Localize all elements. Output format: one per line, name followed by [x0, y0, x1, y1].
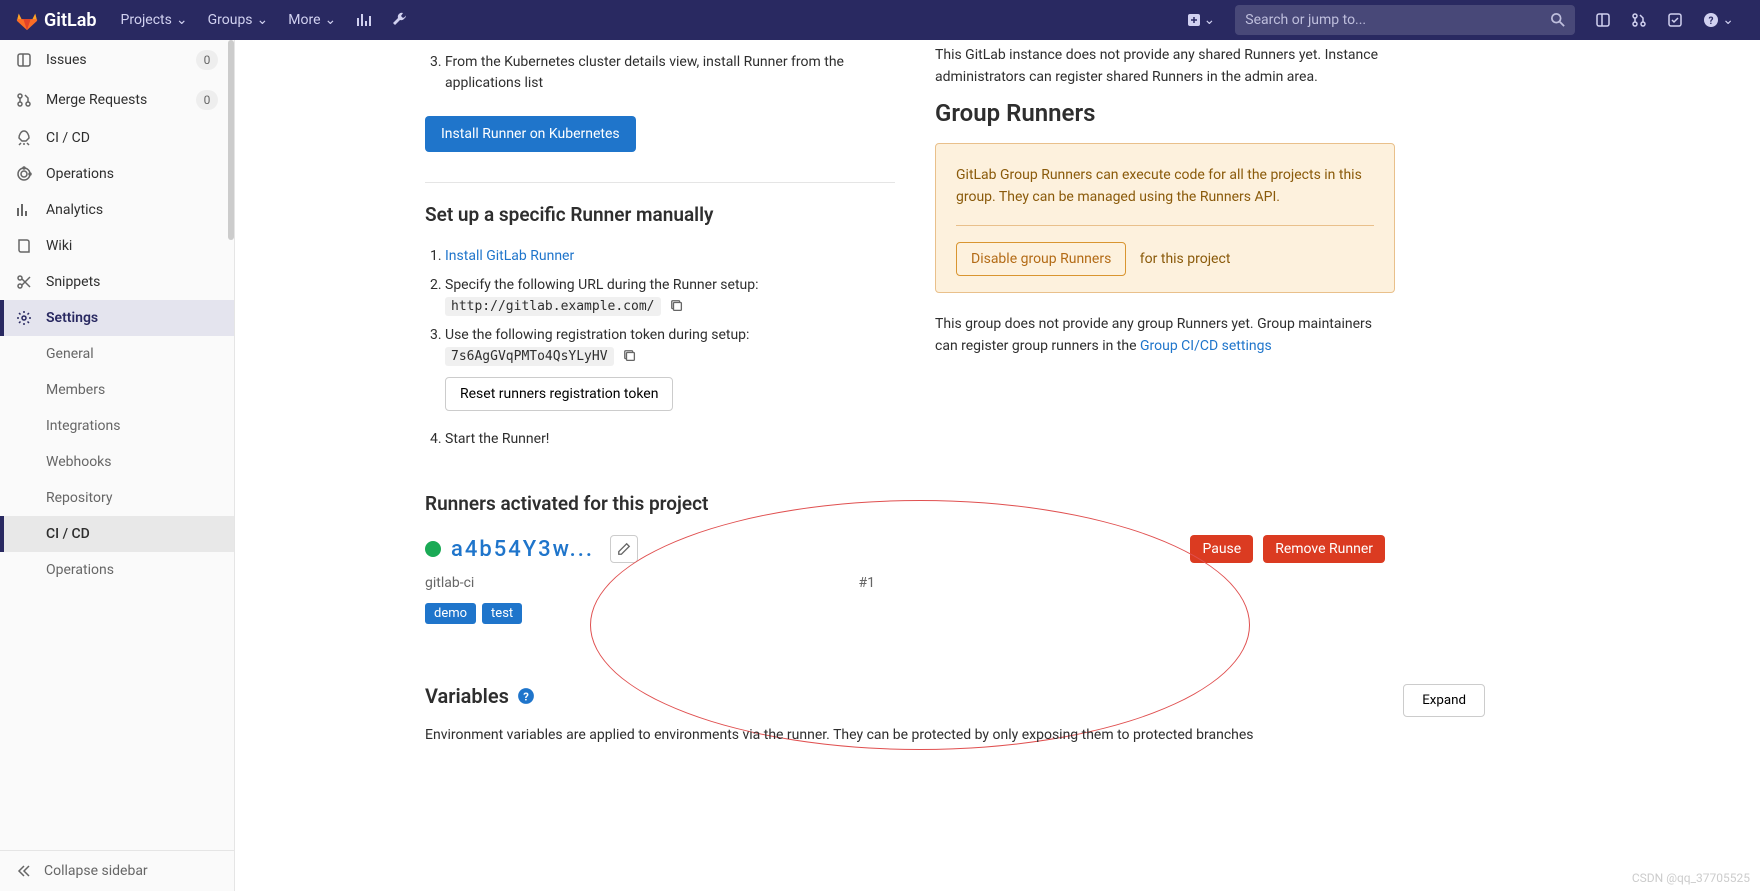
nav-projects[interactable]: Projects ⌄ [111, 0, 198, 40]
svg-text:?: ? [523, 691, 529, 704]
sidebar-label: Snippets [46, 274, 100, 290]
specific-step3: Use the following registration token dur… [445, 321, 895, 425]
sidebar-sub-integrations[interactable]: Integrations [0, 408, 234, 444]
remove-runner-button[interactable]: Remove Runner [1263, 535, 1385, 563]
group-heading: Group Runners [935, 99, 1395, 127]
sidebar-sub-cicd[interactable]: CI / CD [0, 516, 234, 552]
sidebar-label: CI / CD [46, 130, 90, 146]
brand-text: GitLab [44, 10, 97, 31]
sidebar-label: Wiki [46, 238, 72, 254]
reset-token-button[interactable]: Reset runners registration token [445, 377, 673, 411]
tag: demo [425, 603, 476, 624]
search-box[interactable] [1235, 5, 1575, 35]
expand-button[interactable]: Expand [1403, 684, 1485, 717]
tag: test [482, 603, 522, 624]
sidebar-item-settings[interactable]: Settings [0, 300, 234, 336]
sidebar-sub-webhooks[interactable]: Webhooks [0, 444, 234, 480]
count-badge: 0 [196, 90, 218, 110]
group-box-text: GitLab Group Runners can execute code fo… [956, 164, 1374, 209]
operations-icon [16, 166, 32, 182]
sidebar-label: Issues [46, 52, 87, 68]
sidebar-sub-general[interactable]: General [0, 336, 234, 372]
pencil-icon [617, 542, 631, 556]
pause-button[interactable]: Pause [1190, 535, 1253, 563]
svg-text:?: ? [1709, 16, 1714, 27]
runner-meta: gitlab-ci #1 [425, 575, 875, 591]
sidebar: Issues 0 Merge Requests 0 CI / CD Operat… [0, 40, 235, 891]
reg-token: 7s6AgGVqPMTo4QsYLyHV [445, 347, 614, 366]
search-input[interactable] [1245, 12, 1551, 28]
sidebar-label: Merge Requests [46, 92, 147, 108]
runner-row: a4b54Y3w... Pause Remove Runner [425, 535, 1385, 563]
top-nav: GitLab Projects ⌄ Groups ⌄ More ⌄ ⌄ ? ⌄ [0, 0, 1760, 40]
copy-icon[interactable] [670, 299, 684, 313]
runner-tags: demo test [425, 603, 1385, 624]
group-runners-warning: GitLab Group Runners can execute code fo… [935, 143, 1395, 293]
sidebar-item-wiki[interactable]: Wiki [0, 228, 234, 264]
activity-icon[interactable] [346, 0, 382, 40]
wrench-icon[interactable] [382, 0, 418, 40]
chart-icon [16, 202, 32, 218]
install-k8s-button[interactable]: Install Runner on Kubernetes [425, 116, 636, 152]
variables-desc: Environment variables are applied to env… [425, 724, 1485, 746]
sidebar-sub-operations[interactable]: Operations [0, 552, 234, 588]
sidebar-item-cicd[interactable]: CI / CD [0, 120, 234, 156]
scrollbar[interactable] [228, 40, 234, 240]
k8s-step3: From the Kubernetes cluster details view… [445, 48, 895, 98]
sidebar-item-issues[interactable]: Issues 0 [0, 40, 234, 80]
merge-icon [16, 92, 32, 108]
sidebar-item-mr[interactable]: Merge Requests 0 [0, 80, 234, 120]
gitlab-logo-icon [16, 9, 38, 31]
sidebar-item-analytics[interactable]: Analytics [0, 192, 234, 228]
chevron-double-left-icon [16, 863, 32, 879]
book-icon [16, 238, 32, 254]
plus-dropdown[interactable]: ⌄ [1177, 0, 1226, 40]
collapse-label: Collapse sidebar [44, 863, 148, 879]
install-runner-link[interactable]: Install GitLab Runner [445, 248, 574, 264]
specific-step2: Specify the following URL during the Run… [445, 271, 895, 321]
scissors-icon [16, 274, 32, 290]
main-content: From the Kubernetes cluster details view… [235, 40, 1760, 891]
sidebar-item-operations[interactable]: Operations [0, 156, 234, 192]
mr-icon[interactable] [1621, 0, 1657, 40]
edit-runner-button[interactable] [610, 535, 638, 563]
specific-heading: Set up a specific Runner manually [425, 203, 895, 226]
sidebar-sub-repository[interactable]: Repository [0, 480, 234, 516]
runner-name: gitlab-ci [425, 575, 474, 591]
issues-icon [16, 52, 32, 68]
group-desc: This group does not provide any group Ru… [935, 313, 1395, 358]
todos-icon[interactable] [1657, 0, 1693, 40]
variables-heading: Variables ? [425, 684, 1485, 708]
for-project-text: for this project [1140, 251, 1231, 267]
sidebar-label: Operations [46, 166, 114, 182]
copy-icon[interactable] [623, 349, 637, 363]
sidebar-item-snippets[interactable]: Snippets [0, 264, 234, 300]
sidebar-sub-members[interactable]: Members [0, 372, 234, 408]
issues-icon[interactable] [1585, 0, 1621, 40]
gear-icon [16, 310, 32, 326]
runner-url: http://gitlab.example.com/ [445, 297, 661, 316]
disable-group-runners-button[interactable]: Disable group Runners [956, 242, 1126, 276]
specific-step4: Start the Runner! [445, 425, 895, 454]
count-badge: 0 [196, 50, 218, 70]
search-icon [1551, 13, 1565, 27]
sidebar-label: Analytics [46, 202, 103, 218]
runner-number: #1 [859, 575, 876, 591]
watermark: CSDN @qq_37705525 [1632, 871, 1750, 885]
rocket-icon [16, 130, 32, 146]
collapse-sidebar[interactable]: Collapse sidebar [0, 850, 234, 891]
shared-text: This GitLab instance does not provide an… [935, 44, 1395, 89]
status-dot-online [425, 541, 441, 557]
help-icon[interactable]: ? ⌄ [1693, 0, 1744, 40]
nav-groups[interactable]: Groups ⌄ [198, 0, 279, 40]
group-cicd-link[interactable]: Group CI/CD settings [1140, 338, 1272, 354]
help-icon[interactable]: ? [517, 687, 535, 705]
activated-heading: Runners activated for this project [425, 492, 1385, 515]
nav-more[interactable]: More ⌄ [278, 0, 346, 40]
specific-step1: Install GitLab Runner [445, 242, 895, 271]
sidebar-label: Settings [46, 310, 98, 326]
runner-id-link[interactable]: a4b54Y3w... [451, 537, 594, 562]
brand[interactable]: GitLab [16, 9, 97, 31]
